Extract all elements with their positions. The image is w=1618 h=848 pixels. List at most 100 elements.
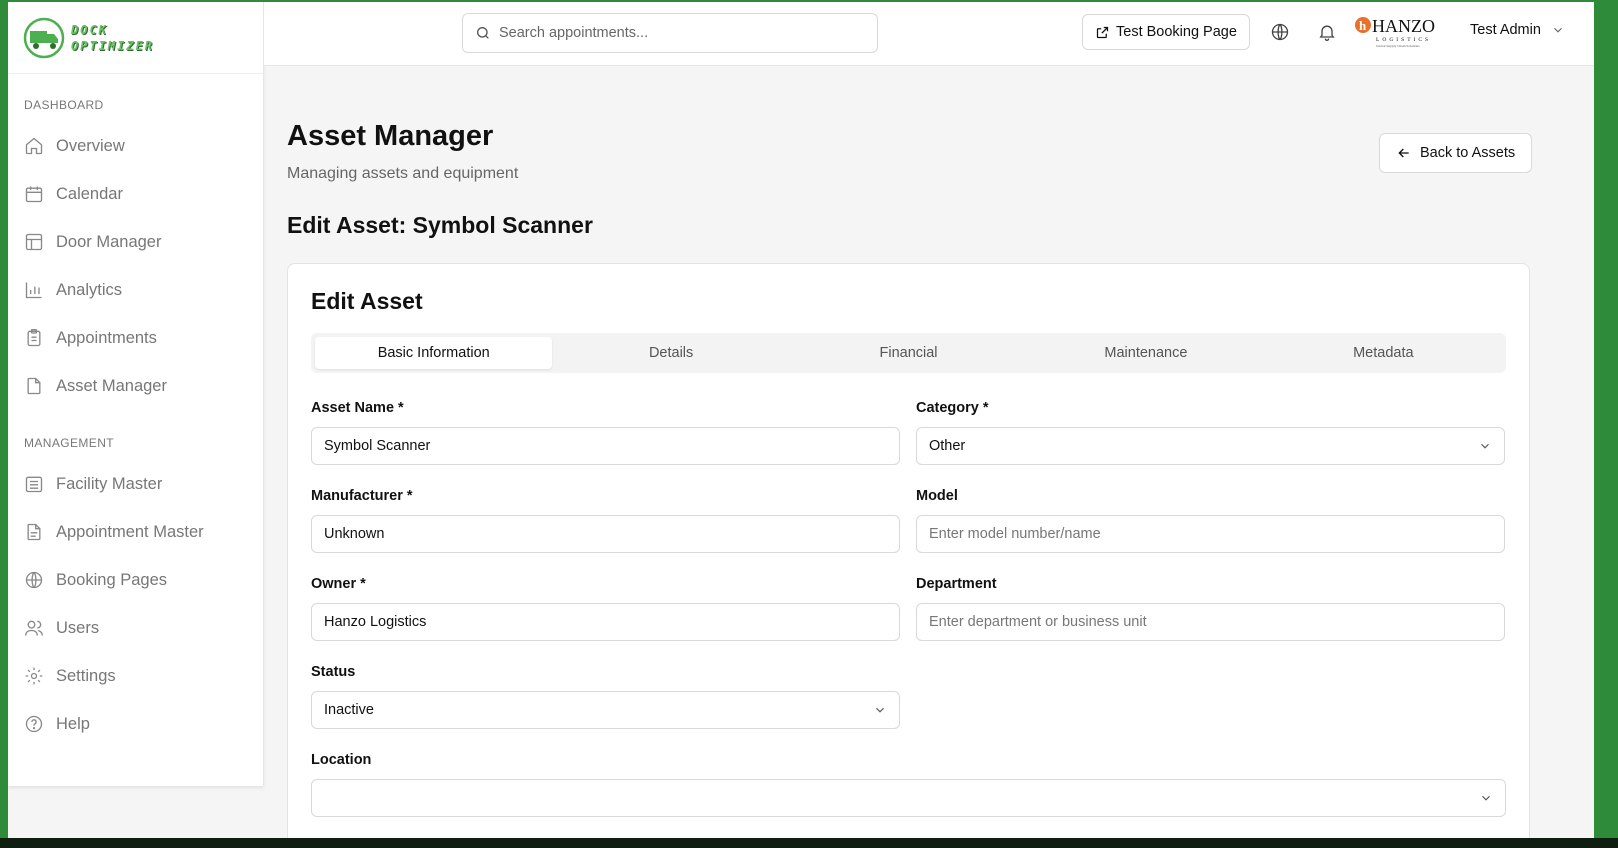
sidebar-item-booking-pages[interactable]: Booking Pages — [8, 556, 263, 604]
arrow-left-icon — [1398, 148, 1409, 158]
category-select[interactable]: Other — [916, 427, 1505, 465]
search-icon — [477, 27, 489, 39]
bottom-edge — [0, 838, 1618, 848]
tab-financial[interactable]: Financial — [790, 337, 1027, 369]
manufacturer-input[interactable] — [324, 526, 887, 542]
sidebar-item-label: Calendar — [56, 184, 123, 203]
test-booking-label: Test Booking Page — [1116, 24, 1237, 40]
status-select[interactable]: Inactive — [311, 691, 900, 729]
owner-field[interactable] — [311, 603, 900, 641]
sidebar-item-label: Asset Manager — [56, 376, 167, 395]
section-label-dashboard: DASHBOARD — [24, 98, 104, 112]
bell-icon[interactable] — [1317, 22, 1337, 42]
hanzo-logo-icon: h HANZO LOGISTICS Global Supply Chain So… — [1355, 16, 1435, 48]
location-label: Location — [311, 752, 372, 768]
building-icon — [25, 476, 43, 493]
sidebar-item-facility-master[interactable]: Facility Master — [8, 460, 263, 508]
status-value: Inactive — [324, 702, 374, 718]
sidebar-item-help[interactable]: Help — [8, 700, 263, 748]
model-label: Model — [916, 488, 958, 504]
user-menu[interactable]: Test Admin — [1470, 22, 1565, 38]
asset-name-label: Asset Name * — [311, 400, 404, 416]
calendar-icon — [25, 186, 43, 203]
file-text-icon — [27, 523, 41, 541]
hanzo-logo-text: HANZO — [1372, 16, 1435, 36]
tab-metadata[interactable]: Metadata — [1265, 337, 1502, 369]
sidebar-item-door-manager[interactable]: Door Manager — [8, 218, 263, 266]
brand-logo[interactable]: DOCK OPTIMIZER — [8, 2, 263, 74]
tab-details[interactable]: Details — [552, 337, 789, 369]
chevron-down-icon — [876, 707, 884, 713]
gear-icon — [25, 667, 43, 685]
model-input[interactable] — [929, 526, 1492, 542]
category-label: Category * — [916, 400, 989, 416]
manufacturer-label: Manufacturer * — [311, 488, 413, 504]
back-to-assets-button[interactable]: Back to Assets — [1379, 133, 1533, 173]
edit-asset-heading: Edit Asset: Symbol Scanner — [287, 212, 593, 238]
sidebar-item-label: Analytics — [56, 280, 123, 299]
category-value: Other — [929, 438, 966, 454]
sidebar-item-users[interactable]: Users — [8, 604, 263, 652]
sidebar-item-analytics[interactable]: Analytics — [8, 266, 263, 314]
partner-logo: h HANZO LOGISTICS Global Supply Chain So… — [1354, 14, 1450, 50]
file-icon — [27, 377, 41, 395]
back-label: Back to Assets — [1420, 145, 1516, 161]
sidebar-item-label: Overview — [56, 136, 125, 155]
page-subtitle: Managing assets and equipment — [287, 165, 519, 182]
search-input[interactable] — [499, 25, 859, 41]
asset-name-input[interactable] — [324, 438, 887, 454]
globe-icon — [25, 571, 43, 589]
owner-label: Owner * — [311, 576, 366, 592]
test-booking-page-button[interactable]: Test Booking Page — [1082, 14, 1250, 50]
sidebar-item-label: Door Manager — [56, 232, 162, 251]
location-select[interactable] — [311, 779, 1506, 817]
sidebar-item-calendar[interactable]: Calendar — [8, 170, 263, 218]
logo-line-2: OPTIMIZER — [71, 38, 155, 53]
sidebar-item-appointment-master[interactable]: Appointment Master — [8, 508, 263, 556]
manufacturer-field[interactable] — [311, 515, 900, 553]
tab-maintenance[interactable]: Maintenance — [1027, 337, 1264, 369]
card-title: Edit Asset — [311, 288, 423, 314]
tab-basic-information[interactable]: Basic Information — [315, 337, 553, 369]
model-field[interactable] — [916, 515, 1505, 553]
hanzo-logo-tagline: Global Supply Chain Solutions — [1376, 44, 1420, 48]
edit-asset-card: Edit Asset Basic Information Details Fin… — [287, 263, 1530, 838]
sidebar-item-asset-manager[interactable]: Asset Manager — [8, 362, 263, 410]
main-content: Asset Manager Managing assets and equipm… — [264, 66, 1594, 838]
department-input[interactable] — [929, 614, 1492, 630]
department-label: Department — [916, 576, 997, 592]
department-field[interactable] — [916, 603, 1505, 641]
sidebar: DOCK OPTIMIZER DASHBOARD Overview Calend… — [8, 2, 264, 786]
sidebar-item-label: Users — [56, 618, 100, 637]
sidebar-item-label: Facility Master — [56, 474, 163, 493]
sidebar-item-label: Appointments — [56, 328, 157, 347]
sidebar-item-label: Appointment Master — [56, 522, 204, 541]
top-header: Test Booking Page h HANZO LOGISTICS Glob… — [264, 2, 1594, 66]
truck-logo-icon — [23, 17, 65, 58]
clipboard-icon — [27, 329, 41, 347]
users-icon — [25, 620, 43, 636]
sidebar-item-appointments[interactable]: Appointments — [8, 314, 263, 362]
sidebar-item-label: Settings — [56, 666, 116, 685]
sidebar-item-label: Help — [56, 714, 90, 733]
asset-name-field[interactable] — [311, 427, 900, 465]
chevron-down-icon — [1554, 27, 1562, 33]
globe-icon[interactable] — [1270, 22, 1290, 42]
sidebar-item-settings[interactable]: Settings — [8, 652, 263, 700]
owner-input[interactable] — [324, 614, 887, 630]
status-label: Status — [311, 664, 356, 680]
hanzo-logo-sub: LOGISTICS — [1376, 37, 1431, 43]
logo-line-1: DOCK — [71, 22, 108, 37]
sidebar-item-overview[interactable]: Overview — [8, 122, 263, 170]
bar-chart-icon — [25, 282, 42, 299]
chevron-down-icon — [1482, 795, 1490, 801]
help-circle-icon — [25, 715, 43, 733]
home-icon — [25, 137, 43, 155]
user-name: Test Admin — [1470, 22, 1541, 38]
layout-icon — [25, 233, 43, 251]
page-title: Asset Manager — [287, 120, 494, 152]
chevron-down-icon — [1481, 443, 1489, 449]
section-label-management: MANAGEMENT — [24, 436, 115, 450]
search-box[interactable] — [462, 13, 878, 53]
sidebar-item-label: Booking Pages — [56, 570, 167, 589]
